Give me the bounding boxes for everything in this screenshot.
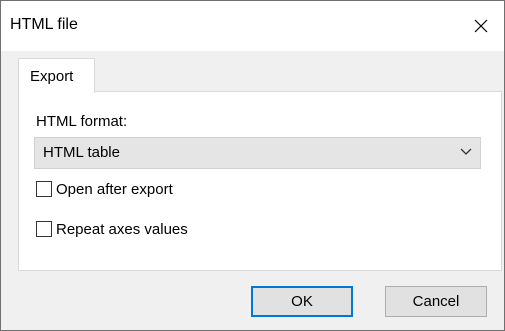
close-icon	[474, 19, 488, 33]
close-button[interactable]	[458, 1, 504, 51]
html-format-label: HTML format:	[36, 113, 128, 130]
html-format-value: HTML table	[43, 144, 120, 161]
export-panel: HTML format: HTML table Open after expor…	[18, 91, 502, 271]
dialog-title: HTML file	[10, 16, 78, 33]
tab-export[interactable]: Export	[18, 58, 95, 93]
dialog-window: HTML file Export HTML format: HTML table…	[0, 0, 505, 331]
open-after-export-row[interactable]: Open after export	[36, 179, 173, 199]
title-bar: HTML file	[1, 1, 504, 51]
repeat-axes-values-row[interactable]: Repeat axes values	[36, 219, 188, 239]
open-after-export-label: Open after export	[56, 180, 173, 198]
ok-button[interactable]: OK	[251, 286, 353, 317]
chevron-down-icon	[460, 148, 472, 155]
html-format-select[interactable]: HTML table	[34, 137, 481, 169]
cancel-button[interactable]: Cancel	[385, 286, 487, 317]
tab-export-label: Export	[30, 68, 74, 85]
open-after-export-checkbox[interactable]	[36, 181, 52, 197]
repeat-axes-values-checkbox[interactable]	[36, 221, 52, 237]
repeat-axes-values-label: Repeat axes values	[56, 220, 188, 238]
